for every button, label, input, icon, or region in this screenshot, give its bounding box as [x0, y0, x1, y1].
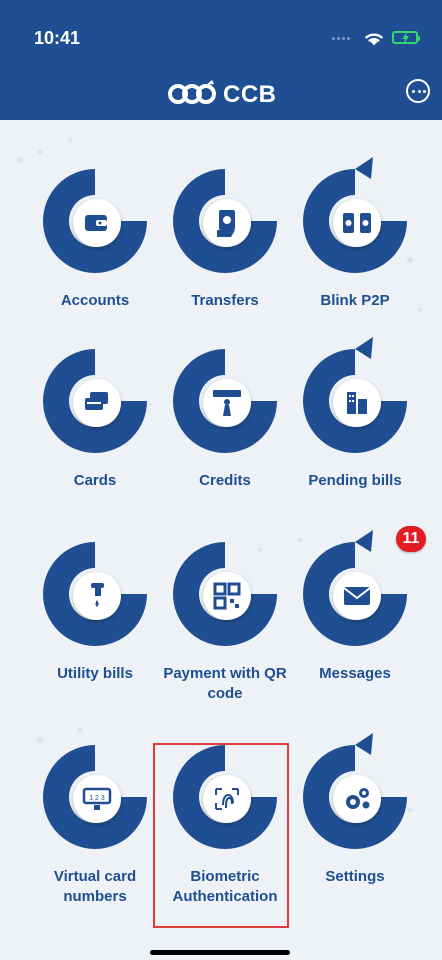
cards-ring	[31, 337, 159, 465]
qr-ring	[161, 530, 289, 658]
tile-credits[interactable]: Credits	[161, 337, 289, 527]
credits-ring	[161, 337, 289, 465]
qr-code-icon	[213, 582, 241, 610]
brand-name: CCB	[223, 81, 277, 108]
tile-label: Accounts	[60, 292, 130, 309]
tile-settings[interactable]: Settings	[291, 733, 419, 923]
utility-ring	[31, 530, 159, 658]
keypad-monitor-icon: 1 2 3	[82, 787, 112, 810]
tile-label: Pending bills	[308, 472, 402, 489]
tile-label: Payment with QR code	[163, 665, 287, 702]
pending-ring	[291, 337, 419, 465]
ccb-logo-icon	[168, 80, 216, 104]
tile-blink-p2p[interactable]: Blink P2P	[291, 157, 419, 347]
virtual-ring: 1 2 3	[31, 733, 159, 861]
tile-transfers[interactable]: Transfers	[161, 157, 289, 347]
wallet-icon	[85, 215, 107, 231]
brand-logo: CCB	[168, 77, 288, 113]
status-time: 10:41	[34, 28, 81, 48]
blink-ring	[291, 157, 419, 285]
gears-icon	[346, 788, 370, 809]
battery-icon	[392, 31, 420, 44]
transfers-ring	[161, 157, 289, 285]
tile-payment-qr[interactable]: Payment with QR code	[161, 530, 289, 720]
app-header: 10:41 CCB	[0, 0, 442, 120]
money-transfer-icon	[217, 210, 235, 237]
svg-text:1 2 3: 1 2 3	[89, 795, 105, 802]
messages-badge: 11	[396, 526, 426, 552]
selection-highlight	[153, 743, 289, 928]
tile-messages[interactable]: Messages	[291, 530, 419, 720]
settings-ring	[291, 733, 419, 861]
phone-exchange-icon	[343, 213, 371, 233]
tile-pending-bills[interactable]: Pending bills	[291, 337, 419, 527]
tile-utility-bills[interactable]: Utility bills	[31, 530, 159, 720]
tile-cards[interactable]: Cards	[31, 337, 159, 527]
tile-virtual-card-numbers[interactable]: 1 2 3 Virtual card numbers	[31, 733, 159, 923]
building-icon	[347, 392, 367, 414]
wifi-icon	[364, 33, 384, 46]
tile-label: Settings	[325, 868, 385, 885]
tile-label: Blink P2P	[320, 292, 390, 309]
signal-icon	[332, 37, 352, 41]
tile-accounts[interactable]: Accounts	[31, 157, 159, 347]
accounts-ring	[31, 157, 159, 285]
tile-label: Virtual card numbers	[53, 868, 137, 905]
tile-label: Utility bills	[57, 665, 133, 682]
tile-label: Cards	[73, 472, 117, 489]
status-icons	[332, 28, 424, 48]
faucet-icon	[91, 583, 104, 607]
cards-icon	[85, 392, 108, 410]
envelope-icon	[343, 587, 371, 605]
home-indicator	[150, 950, 290, 955]
tile-label: Credits	[199, 472, 251, 489]
messages-ring	[291, 530, 419, 658]
tile-label: Messages	[319, 665, 391, 682]
tile-label: Transfers	[191, 292, 259, 309]
credit-person-icon	[213, 390, 241, 416]
more-options-button[interactable]	[406, 79, 430, 103]
